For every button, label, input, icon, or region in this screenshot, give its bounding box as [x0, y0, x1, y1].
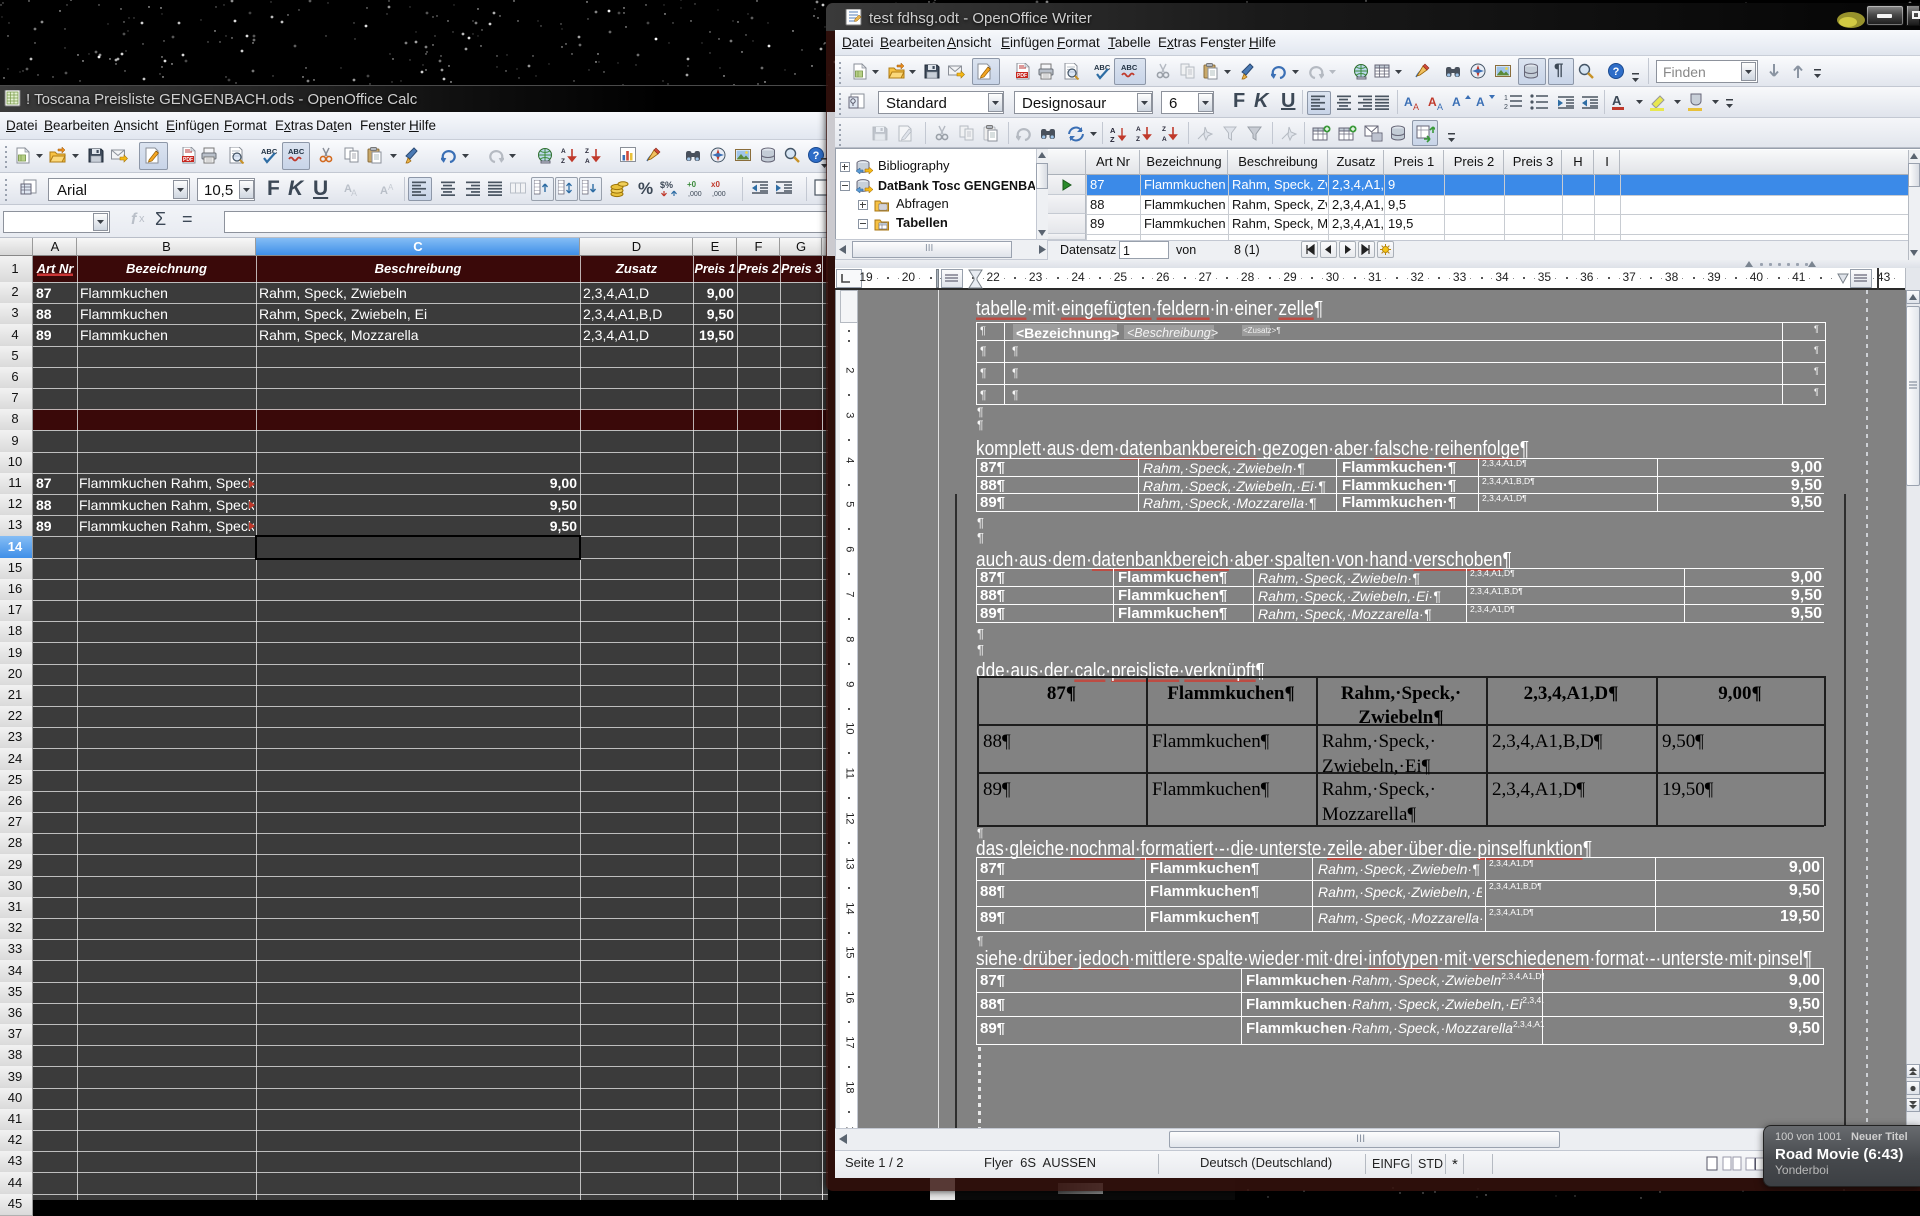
svg-text:x0: x0	[711, 180, 720, 189]
svg-text:A: A	[1413, 102, 1419, 112]
svg-text:A: A	[561, 148, 566, 155]
svg-text:A: A	[1452, 95, 1461, 109]
svg-text:A: A	[1404, 95, 1413, 109]
svg-text:PDF: PDF	[1017, 73, 1027, 79]
svg-text:ABC: ABC	[1094, 63, 1111, 72]
svg-text:ABC: ABC	[1121, 63, 1138, 72]
svg-text:,000: ,000	[712, 191, 726, 198]
svg-text:ABC: ABC	[261, 147, 278, 156]
svg-text:A: A	[1110, 126, 1116, 135]
svg-text:A: A	[388, 183, 394, 192]
svg-text:Z: Z	[561, 158, 565, 164]
svg-text:A: A	[1136, 126, 1141, 133]
svg-text:A: A	[1428, 95, 1437, 109]
svg-text:A: A	[1437, 102, 1443, 112]
svg-text:2: 2	[1504, 104, 1508, 111]
svg-text:Z: Z	[1162, 126, 1166, 133]
svg-text:A: A	[1476, 95, 1485, 109]
svg-text:?: ?	[813, 150, 820, 162]
svg-text:A: A	[585, 158, 590, 164]
svg-text:ABC: ABC	[288, 147, 305, 156]
svg-text:A: A	[380, 185, 388, 197]
svg-text:+0: +0	[687, 180, 697, 189]
svg-text:?: ?	[1613, 66, 1620, 78]
svg-text:,000: ,000	[688, 191, 702, 198]
svg-text:A: A	[1162, 136, 1167, 142]
svg-text:A: A	[351, 188, 357, 198]
svg-text:Z: Z	[1110, 135, 1115, 143]
svg-text:A: A	[1612, 93, 1622, 108]
svg-text:Z: Z	[1136, 136, 1140, 142]
svg-text:PDF: PDF	[183, 157, 193, 163]
svg-text:Z: Z	[585, 148, 589, 155]
svg-text:1: 1	[1504, 95, 1508, 102]
svg-text:$%: $%	[660, 180, 673, 190]
